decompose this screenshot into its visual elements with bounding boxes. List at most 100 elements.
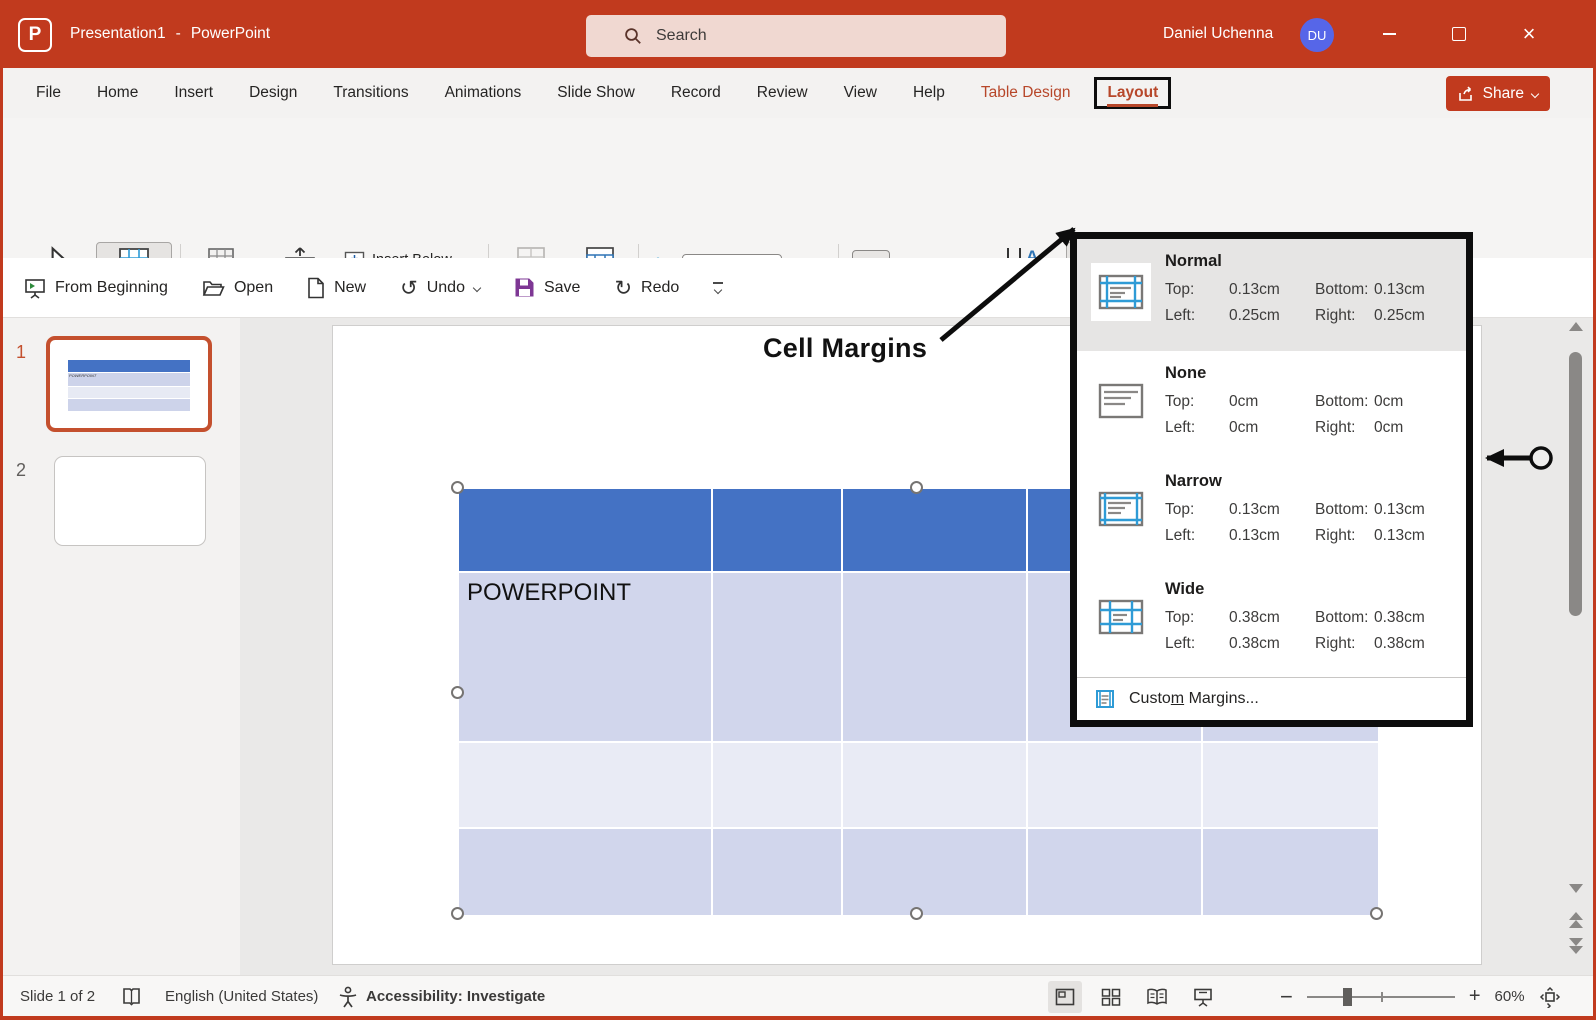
- accessibility-label: Accessibility: Investigate: [366, 988, 545, 1005]
- scroll-down-button[interactable]: [1569, 884, 1583, 893]
- zoom-slider[interactable]: [1307, 996, 1455, 998]
- slide-indicator: Slide 1 of 2: [20, 976, 95, 1017]
- slideshow-icon: [1193, 987, 1213, 1007]
- slide2-thumbnail[interactable]: [54, 456, 206, 546]
- top-value: 0.38cm: [1229, 605, 1315, 631]
- minimize-button[interactable]: [1366, 0, 1412, 68]
- tab-slide-show[interactable]: Slide Show: [543, 78, 649, 108]
- undo-icon: ↺: [400, 276, 418, 300]
- ribbon-tab-bar: File Home Insert Design Transitions Anim…: [0, 68, 1596, 118]
- margin-option-name: Narrow: [1165, 472, 1222, 491]
- status-bar: Slide 1 of 2 English (United States) Acc…: [0, 975, 1596, 1017]
- from-beginning-icon: [24, 277, 46, 299]
- selection-handle[interactable]: [910, 481, 923, 494]
- accessibility-button[interactable]: Accessibility: Investigate: [338, 976, 545, 1017]
- new-button[interactable]: New: [307, 277, 366, 299]
- zoom-in-button[interactable]: +: [1469, 985, 1481, 1008]
- reading-view-button[interactable]: [1140, 981, 1174, 1013]
- margin-narrow-icon: [1097, 489, 1145, 529]
- redo-button[interactable]: ↻ Redo: [614, 276, 679, 300]
- chevron-down-icon: [473, 284, 481, 292]
- zoom-slider-thumb[interactable]: [1343, 988, 1352, 1006]
- save-button[interactable]: Save: [514, 277, 580, 298]
- table-cell[interactable]: [713, 743, 841, 827]
- share-button[interactable]: Share: [1446, 76, 1550, 111]
- user-avatar[interactable]: DU: [1300, 18, 1334, 52]
- selection-handle[interactable]: [910, 907, 923, 920]
- selection-handle[interactable]: [451, 686, 464, 699]
- table-cell[interactable]: POWERPOINT: [459, 573, 711, 741]
- selection-handle[interactable]: [1370, 907, 1383, 920]
- bottom-label: Bottom:: [1315, 389, 1374, 415]
- table-cell[interactable]: [1028, 743, 1201, 827]
- spell-check-button[interactable]: [122, 976, 141, 1017]
- zoom-out-button[interactable]: −: [1280, 984, 1293, 1010]
- tab-view[interactable]: View: [830, 78, 891, 108]
- fit-slide-to-window-icon[interactable]: [1539, 986, 1561, 1008]
- table-cell[interactable]: [843, 829, 1026, 915]
- open-label: Open: [234, 279, 273, 297]
- bottom-label: Bottom:: [1315, 277, 1374, 303]
- menu-item-narrow[interactable]: Narrow Top:0.13cmBottom:0.13cm Left:0.13…: [1077, 459, 1466, 567]
- table-cell[interactable]: [843, 573, 1026, 741]
- window-border-bottom: [0, 1016, 1596, 1020]
- table-cell[interactable]: [713, 829, 841, 915]
- table-header-cell[interactable]: [843, 489, 1026, 571]
- tab-layout-highlight-box[interactable]: Layout: [1094, 77, 1171, 109]
- slide1-thumbnail[interactable]: POWERPOINT: [46, 336, 212, 432]
- selection-handle[interactable]: [451, 481, 464, 494]
- zoom-level[interactable]: 60%: [1495, 988, 1525, 1005]
- tab-insert[interactable]: Insert: [160, 78, 227, 108]
- table-cell[interactable]: [459, 829, 711, 915]
- margin-normal-icon: [1091, 263, 1151, 321]
- close-button[interactable]: ×: [1506, 0, 1552, 68]
- table-cell[interactable]: [713, 573, 841, 741]
- normal-view-icon: [1055, 988, 1075, 1006]
- table-header-cell[interactable]: [459, 489, 711, 571]
- custom-margins-menu-item[interactable]: Custom Margins...: [1077, 678, 1466, 720]
- bottom-value: 0.38cm: [1374, 605, 1425, 631]
- tab-home[interactable]: Home: [83, 78, 152, 108]
- tab-table-design[interactable]: Table Design: [967, 78, 1085, 108]
- tab-help[interactable]: Help: [899, 78, 959, 108]
- powerpoint-app-icon[interactable]: P: [18, 18, 52, 52]
- table-cell[interactable]: [459, 743, 711, 827]
- tab-layout[interactable]: Layout: [1107, 84, 1158, 107]
- menu-item-none[interactable]: None Top:0cmBottom:0cm Left:0cmRight:0cm: [1077, 351, 1466, 459]
- slide-title-text[interactable]: Cell Margins: [763, 333, 927, 364]
- table-cell-text[interactable]: POWERPOINT: [459, 573, 711, 607]
- menu-item-normal[interactable]: Normal Top:0.13cmBottom:0.13cm Left:0.25…: [1077, 239, 1466, 351]
- tab-transitions[interactable]: Transitions: [319, 78, 422, 108]
- maximize-button[interactable]: [1436, 0, 1482, 68]
- tab-record[interactable]: Record: [657, 78, 735, 108]
- table-cell[interactable]: [1203, 743, 1378, 827]
- selection-handle[interactable]: [451, 907, 464, 920]
- previous-slide-button[interactable]: [1569, 912, 1583, 920]
- language-button[interactable]: English (United States): [165, 976, 318, 1017]
- tab-animations[interactable]: Animations: [431, 78, 536, 108]
- undo-button[interactable]: ↺ Undo: [400, 276, 480, 300]
- table-cell[interactable]: [1028, 829, 1201, 915]
- tab-file[interactable]: File: [22, 78, 75, 108]
- slide1-number: 1: [16, 342, 26, 363]
- next-slide-button-2[interactable]: [1569, 946, 1583, 954]
- customize-qat-button[interactable]: [713, 282, 723, 293]
- vertical-scrollbar-thumb[interactable]: [1569, 352, 1582, 616]
- slide-sorter-view-button[interactable]: [1094, 981, 1128, 1013]
- chevron-down-icon: [714, 286, 722, 294]
- right-value: 0.25cm: [1374, 303, 1425, 329]
- menu-item-wide[interactable]: Wide Top:0.38cmBottom:0.38cm Left:0.38cm…: [1077, 567, 1466, 675]
- tab-review[interactable]: Review: [743, 78, 822, 108]
- open-button[interactable]: Open: [202, 278, 273, 298]
- search-input[interactable]: Search: [586, 15, 1006, 57]
- table-header-cell[interactable]: [713, 489, 841, 571]
- previous-slide-button-2[interactable]: [1569, 920, 1583, 928]
- table-cell[interactable]: [1203, 829, 1378, 915]
- from-beginning-button[interactable]: From Beginning: [24, 277, 168, 299]
- next-slide-button[interactable]: [1569, 938, 1583, 946]
- normal-view-button[interactable]: [1048, 981, 1082, 1013]
- slideshow-view-button[interactable]: [1186, 981, 1220, 1013]
- scroll-up-button[interactable]: [1569, 322, 1583, 331]
- table-cell[interactable]: [843, 743, 1026, 827]
- tab-design[interactable]: Design: [235, 78, 311, 108]
